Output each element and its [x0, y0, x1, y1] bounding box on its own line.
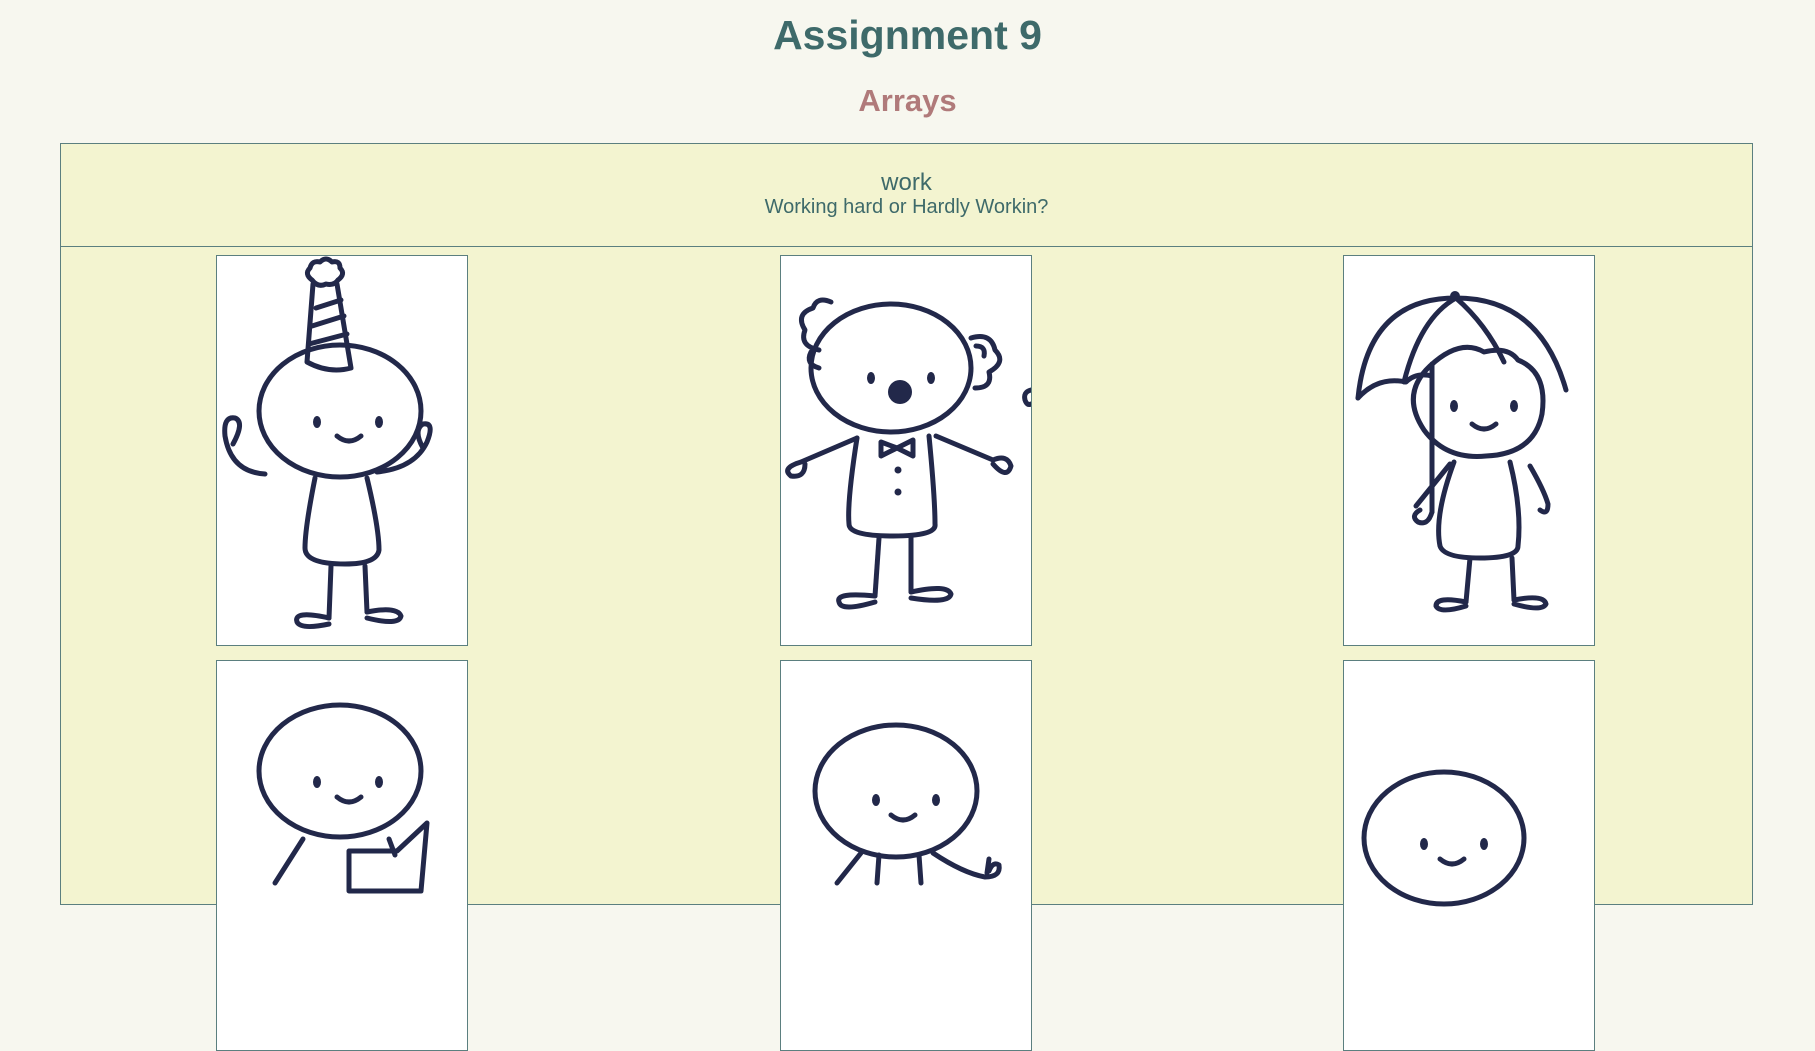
waving-stick-figure-icon [812, 722, 1002, 886]
image-card[interactable] [780, 660, 1032, 1051]
image-card[interactable] [216, 255, 468, 646]
image-card[interactable] [1343, 255, 1595, 646]
image-card[interactable] [1343, 660, 1595, 1051]
party-hat-stick-figure-icon [222, 256, 433, 630]
umbrella-stick-figure-icon [1355, 291, 1569, 613]
page-subtitle: Arrays [858, 83, 957, 118]
panel-header: work Working hard or Hardly Workin? [61, 144, 1752, 247]
gallery-panel: work Working hard or Hardly Workin? [60, 143, 1753, 1051]
panel-tagline: Working hard or Hardly Workin? [764, 196, 1049, 218]
clown-stick-figure-icon [785, 297, 1031, 610]
book-reading-stick-figure-icon [256, 702, 430, 894]
page-title: Assignment 9 [773, 12, 1042, 58]
image-card[interactable] [780, 255, 1032, 646]
panel-title: work [881, 169, 932, 196]
image-card[interactable] [216, 660, 468, 1051]
stick-figure-icon [1361, 769, 1527, 907]
